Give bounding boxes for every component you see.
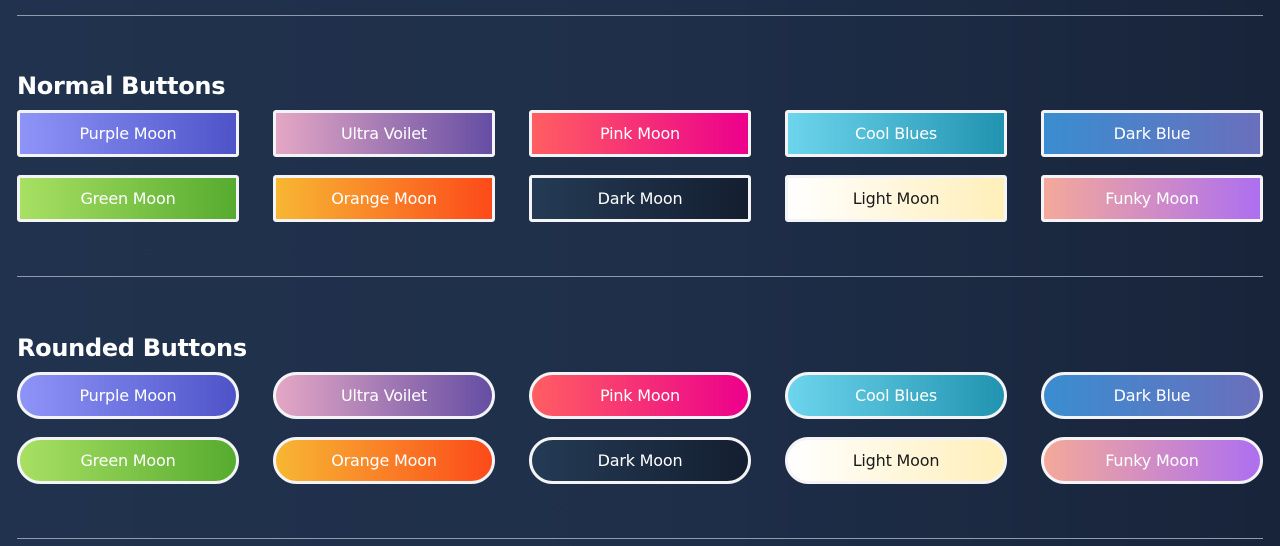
rounded-button-cool-blues[interactable]: Cool Blues	[785, 372, 1007, 419]
normal-button-light-moon[interactable]: Light Moon	[785, 175, 1007, 222]
rounded-button-dark-blue[interactable]: Dark Blue	[1041, 372, 1263, 419]
normal-button-orange-moon[interactable]: Orange Moon	[273, 175, 495, 222]
rounded-button-ultra-voilet[interactable]: Ultra Voilet	[273, 372, 495, 419]
rounded-button-purple-moon[interactable]: Purple Moon	[17, 372, 239, 419]
section-title-rounded: Rounded Buttons	[17, 334, 247, 362]
rounded-button-orange-moon[interactable]: Orange Moon	[273, 437, 495, 484]
rounded-button-green-moon[interactable]: Green Moon	[17, 437, 239, 484]
normal-button-dark-moon[interactable]: Dark Moon	[529, 175, 751, 222]
normal-button-green-moon[interactable]: Green Moon	[17, 175, 239, 222]
rounded-button-light-moon[interactable]: Light Moon	[785, 437, 1007, 484]
rounded-button-pink-moon[interactable]: Pink Moon	[529, 372, 751, 419]
rounded-button-dark-moon[interactable]: Dark Moon	[529, 437, 751, 484]
normal-button-funky-moon[interactable]: Funky Moon	[1041, 175, 1263, 222]
normal-button-pink-moon[interactable]: Pink Moon	[529, 110, 751, 157]
normal-button-ultra-voilet[interactable]: Ultra Voilet	[273, 110, 495, 157]
normal-button-purple-moon[interactable]: Purple Moon	[17, 110, 239, 157]
normal-button-cool-blues[interactable]: Cool Blues	[785, 110, 1007, 157]
divider-top	[17, 15, 1263, 16]
normal-button-dark-blue[interactable]: Dark Blue	[1041, 110, 1263, 157]
section-title-normal: Normal Buttons	[17, 72, 226, 100]
divider-middle	[17, 276, 1263, 277]
rounded-button-funky-moon[interactable]: Funky Moon	[1041, 437, 1263, 484]
divider-bottom	[17, 538, 1263, 539]
